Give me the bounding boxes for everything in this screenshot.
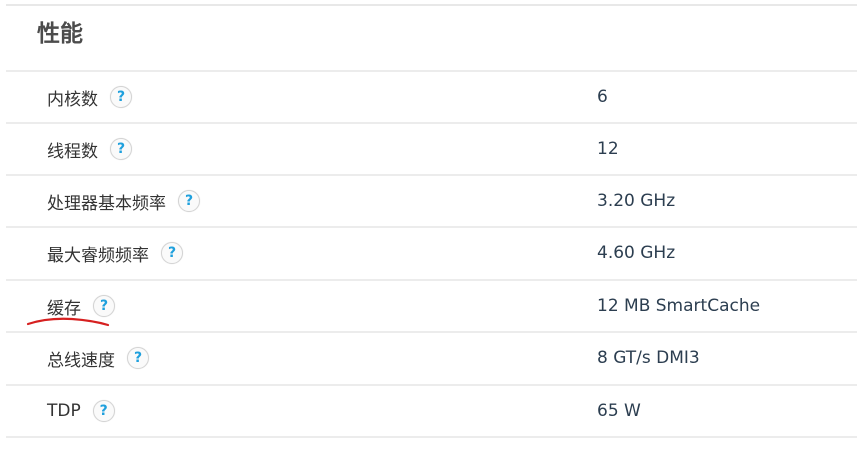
help-icon[interactable]: ?: [161, 242, 183, 264]
help-icon[interactable]: ?: [110, 138, 132, 160]
help-icon[interactable]: ?: [127, 347, 149, 369]
spec-label-threads: 线程数 ?: [47, 124, 132, 174]
spec-value-cache: 12 MB SmartCache: [597, 296, 761, 316]
spec-label-text: 内核数: [47, 89, 98, 110]
spec-value-threads: 12: [597, 139, 619, 159]
spec-value-base-frequency: 3.20 GHz: [597, 191, 676, 211]
spec-label-base-frequency: 处理器基本频率 ?: [47, 176, 200, 226]
spec-label-text: 线程数: [47, 141, 98, 162]
spec-label-tdp: TDP ?: [47, 386, 115, 436]
spec-value-tdp: 65 W: [597, 401, 641, 421]
spec-value-cores: 6: [597, 87, 608, 107]
spec-value-bus-speed: 8 GT/s DMI3: [597, 348, 700, 368]
spec-row-threads: 线程数 ? 12: [6, 122, 857, 174]
spec-value-max-turbo: 4.60 GHz: [597, 243, 676, 263]
spec-label-bus-speed: 总线速度 ?: [47, 333, 149, 383]
spec-label-cache: 缓存 ?: [47, 281, 115, 331]
help-icon[interactable]: ?: [178, 190, 200, 212]
spec-label-text: TDP: [47, 401, 81, 421]
spec-label-text: 最大睿频频率: [47, 245, 149, 266]
spec-row-max-turbo: 最大睿频频率 ? 4.60 GHz: [6, 226, 857, 278]
performance-spec-panel: 性能 内核数 ? 6 线程数 ? 12 处理器基本频率 ? 3.20 GHz 最…: [6, 0, 857, 440]
spec-label-cores: 内核数 ?: [47, 72, 132, 122]
spec-row-cores: 内核数 ? 6: [6, 70, 857, 122]
spec-row-cache: 缓存 ? 12 MB SmartCache: [6, 279, 857, 331]
spec-label-text: 缓存: [47, 298, 81, 319]
spec-label-max-turbo: 最大睿频频率 ?: [47, 228, 183, 278]
section-title: 性能: [37, 21, 83, 47]
help-icon[interactable]: ?: [93, 295, 115, 317]
spec-row-tdp: TDP ? 65 W: [6, 384, 857, 438]
spec-row-base-frequency: 处理器基本频率 ? 3.20 GHz: [6, 174, 857, 226]
help-icon[interactable]: ?: [110, 86, 132, 108]
help-icon[interactable]: ?: [92, 400, 115, 422]
spec-label-text: 总线速度: [47, 350, 115, 371]
spec-row-bus-speed: 总线速度 ? 8 GT/s DMI3: [6, 331, 857, 383]
top-divider: [6, 4, 857, 6]
spec-label-text: 处理器基本频率: [47, 193, 166, 214]
